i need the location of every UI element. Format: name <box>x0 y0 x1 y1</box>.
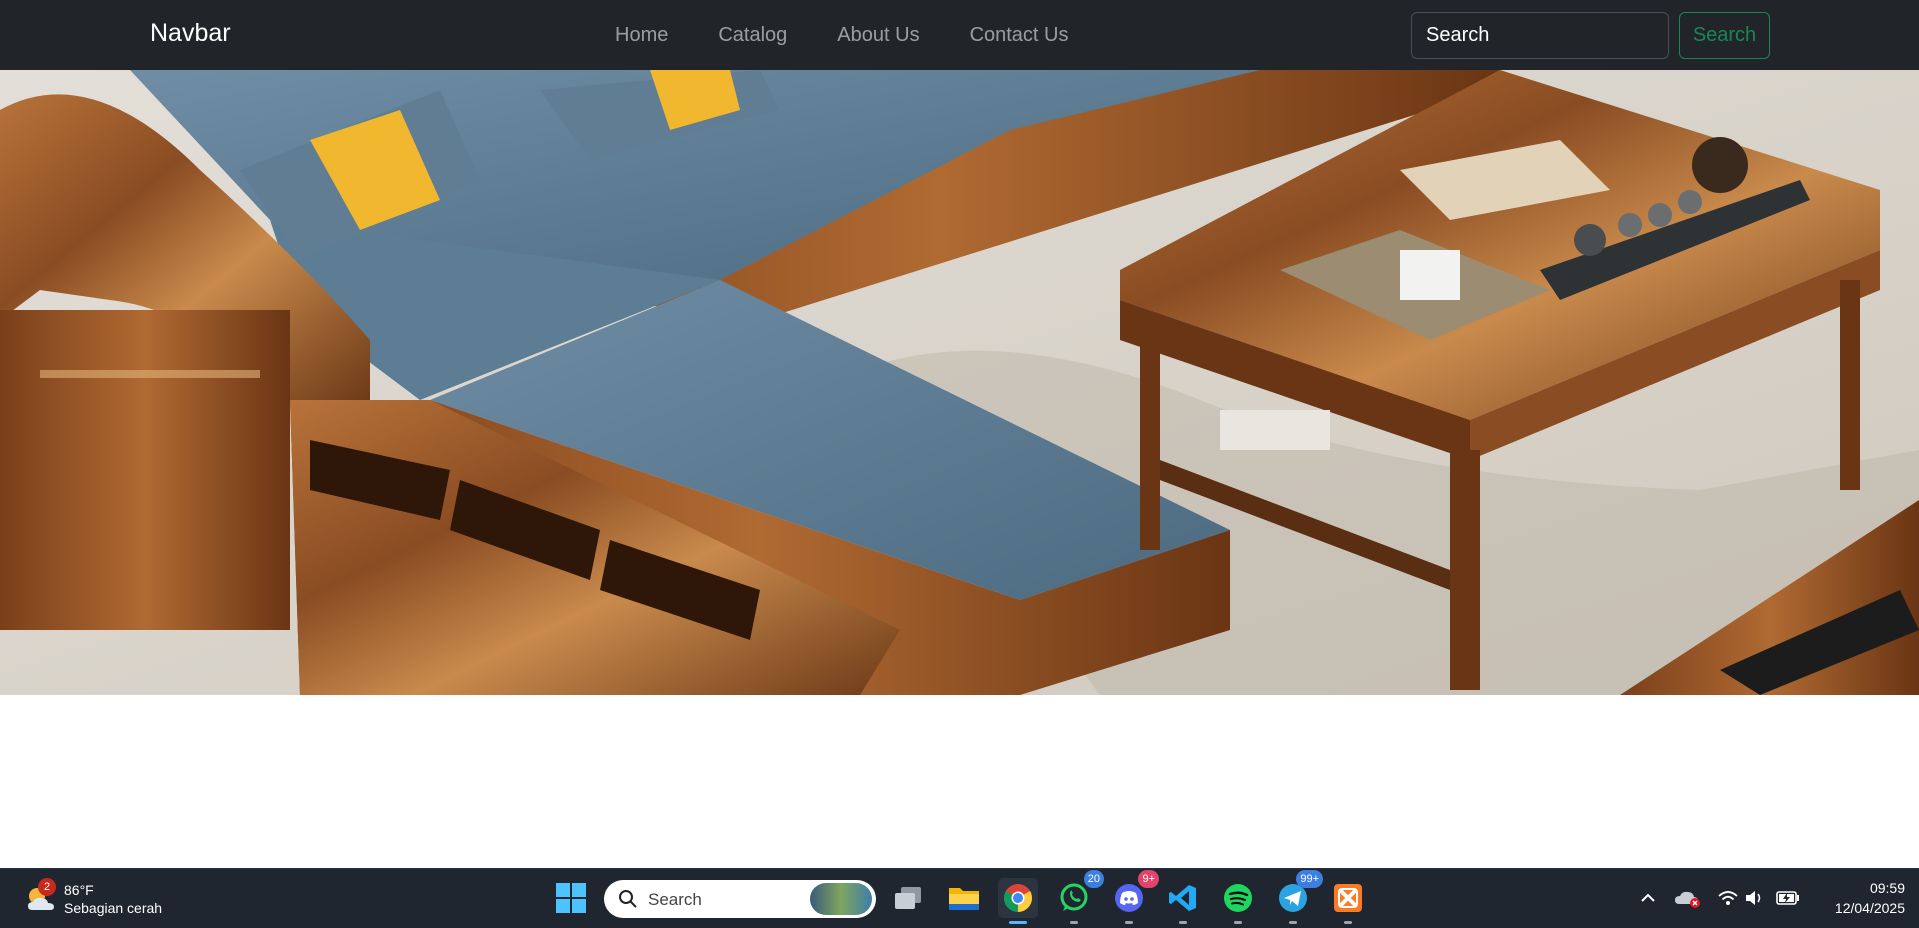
weather-badge: 2 <box>38 878 56 896</box>
spotify-icon[interactable] <box>1218 878 1258 924</box>
nav-links: Home Catalog About Us Contact Us <box>590 0 1094 70</box>
whatsapp-badge: 20 <box>1083 870 1104 888</box>
sofa-table-photo <box>0 70 1919 695</box>
taskbar-search-label: Search <box>648 890 702 909</box>
discord-badge: 9+ <box>1138 870 1159 888</box>
weather-temperature: 86°F <box>64 882 94 898</box>
taskbar-clock[interactable]: 09:59 12/04/2025 <box>1805 878 1905 918</box>
chrome-running-indicator <box>1009 921 1027 924</box>
show-hidden-icons-chevron-icon[interactable] <box>1628 878 1668 918</box>
navbar: Navbar Home Catalog About Us Contact Us … <box>0 0 1919 70</box>
battery-charging-icon[interactable] <box>1768 878 1808 918</box>
vscode-running-indicator <box>1179 921 1187 924</box>
task-view-icon[interactable] <box>888 878 928 918</box>
hero-image <box>0 70 1919 695</box>
clock-date: 12/04/2025 <box>1834 900 1905 916</box>
weather-description: Sebagian cerah <box>64 900 163 916</box>
xampp-icon[interactable] <box>1328 878 1368 924</box>
file-explorer-icon[interactable] <box>944 878 984 918</box>
xampp-running-indicator <box>1344 921 1352 924</box>
taskbar-search-box[interactable]: Search <box>604 880 876 918</box>
navbar-brand[interactable]: Navbar <box>150 19 231 48</box>
clock-time: 09:59 <box>1869 880 1905 896</box>
telegram-badge: 99+ <box>1296 870 1323 888</box>
spotify-running-indicator <box>1234 921 1242 924</box>
whatsapp-icon[interactable]: 20 <box>1054 870 1104 924</box>
nav-link-about-us[interactable]: About Us <box>812 24 944 47</box>
search-highlight-image <box>810 883 872 915</box>
nav-link-contact-us[interactable]: Contact Us <box>945 24 1094 47</box>
search-icon <box>619 890 637 908</box>
vscode-icon[interactable] <box>1163 878 1203 924</box>
navbar-search-button[interactable]: Search <box>1679 12 1770 59</box>
onedrive-error-icon[interactable] <box>1668 878 1708 918</box>
nav-link-catalog[interactable]: Catalog <box>693 24 812 47</box>
weather-widget[interactable]: 2 86°F Sebagian cerah <box>22 878 182 920</box>
navbar-search-input[interactable] <box>1411 12 1669 59</box>
telegram-icon[interactable]: 99+ <box>1273 870 1323 924</box>
nav-link-home[interactable]: Home <box>590 24 693 47</box>
telegram-running-indicator <box>1289 921 1297 924</box>
discord-running-indicator <box>1125 921 1133 924</box>
discord-icon[interactable]: 9+ <box>1109 870 1159 924</box>
chrome-icon[interactable] <box>998 878 1038 924</box>
windows-start-icon[interactable] <box>551 878 591 918</box>
whatsapp-running-indicator <box>1070 921 1078 924</box>
